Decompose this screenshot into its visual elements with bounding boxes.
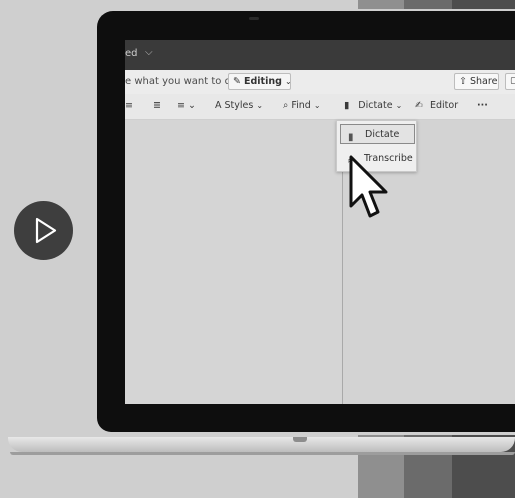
- play-icon: [35, 217, 57, 244]
- styles-label: Styles: [224, 100, 254, 111]
- editor-label: Editor: [430, 100, 459, 111]
- tell-me-search[interactable]: e what you want to do: [125, 76, 237, 87]
- share-button[interactable]: ⇧ Share: [454, 73, 499, 90]
- decrease-indent-icon[interactable]: ≡: [125, 100, 133, 111]
- share-label: Share: [470, 76, 498, 87]
- microphone-icon: ▮: [348, 132, 354, 143]
- editor-icon: ✍: [415, 100, 423, 111]
- chevron-down-icon: ⌄: [313, 101, 321, 110]
- ribbon-toolbar: ≡ ≣ ≡ ⌄ A Styles ⌄ ⌕ Find ⌄ ▮ Dictate ⌄ …: [125, 94, 515, 120]
- menu-bar: e what you want to do ✎ Editing ⌄ ⇧ Shar…: [125, 70, 515, 94]
- comment-icon: ▢: [510, 76, 515, 86]
- share-icon: ⇧: [459, 76, 467, 87]
- chevron-down-icon: ⌄: [395, 101, 403, 110]
- play-button[interactable]: [14, 201, 73, 260]
- editing-mode-button[interactable]: ✎ Editing ⌄: [228, 73, 292, 90]
- document-canvas[interactable]: [125, 120, 342, 404]
- dictate-label: Dictate: [358, 100, 393, 111]
- chevron-down-icon[interactable]: ⌵: [145, 47, 153, 58]
- microphone-icon: ▮: [344, 100, 350, 111]
- dropdown-item-label: Dictate: [365, 129, 400, 140]
- pencil-icon: ✎: [233, 76, 241, 87]
- camera-icon: [249, 17, 259, 20]
- chevron-down-icon: ⌄: [256, 101, 264, 110]
- search-icon: ⌕: [283, 100, 289, 111]
- more-options-button[interactable]: ···: [477, 100, 488, 111]
- styles-button[interactable]: A Styles ⌄: [215, 100, 263, 111]
- styles-icon: A: [215, 100, 222, 111]
- laptop-screen: ed ⌵ e what you want to do ✎ Editing ⌄ ⇧…: [125, 40, 515, 404]
- comments-button[interactable]: ▢: [505, 73, 515, 90]
- document-title[interactable]: ed: [125, 48, 138, 59]
- laptop-base: [8, 437, 515, 452]
- dictate-button[interactable]: ▮ Dictate ⌄: [344, 100, 402, 111]
- title-bar: ed ⌵: [125, 40, 515, 70]
- increase-indent-icon[interactable]: ≣: [153, 100, 161, 111]
- laptop-notch: [293, 437, 307, 442]
- editing-label: Editing: [244, 76, 282, 87]
- chevron-down-icon: ⌄: [284, 77, 292, 86]
- laptop-base-shadow: [10, 452, 515, 455]
- find-button[interactable]: ⌕ Find ⌄: [283, 100, 321, 111]
- find-label: Find: [291, 100, 311, 111]
- paragraph-align-icon[interactable]: ≡ ⌄: [177, 100, 196, 111]
- mouse-pointer-icon: [349, 155, 388, 218]
- editor-button[interactable]: ✍ Editor: [415, 100, 458, 111]
- dropdown-item-dictate[interactable]: ▮ Dictate: [340, 124, 415, 144]
